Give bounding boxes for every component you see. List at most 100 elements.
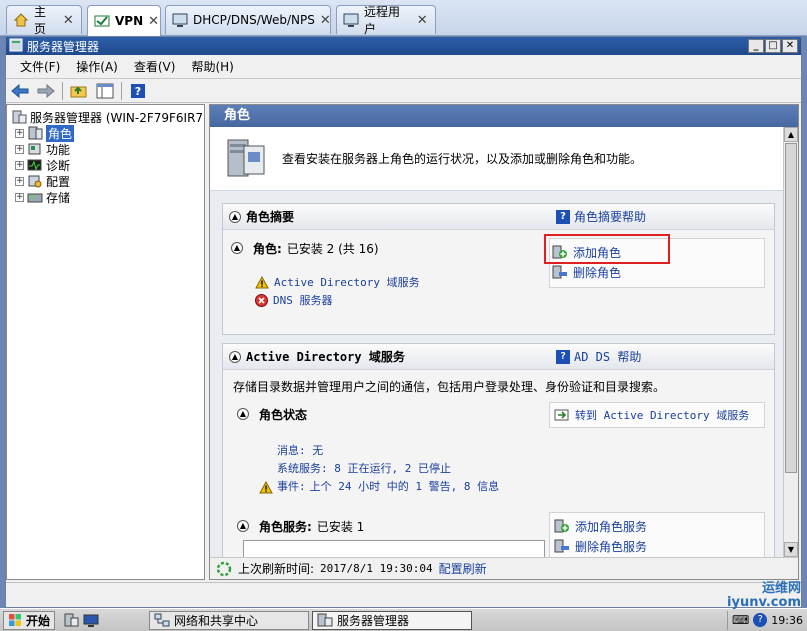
system-services-row[interactable]: 系统服务: 8 正在运行, 2 已停止 [277, 460, 499, 478]
toolbar-separator [62, 81, 63, 100]
configure-refresh-link[interactable]: 配置刷新 [439, 560, 487, 577]
expand-icon[interactable]: + [15, 144, 24, 154]
role-status-header[interactable]: ▲ 角色状态 [237, 404, 307, 424]
roles-summary-body: 查看安装在服务器上角色的运行状况，以及添加或删除角色和功能。 ▲ 角色摘要 ? … [210, 127, 785, 557]
close-icon[interactable]: ✕ [62, 13, 75, 28]
features-icon [27, 142, 43, 156]
forward-button[interactable] [36, 82, 56, 100]
adds-description: 存储目录数据并管理用户之间的通信，包括用户登录处理、身份验证和目录搜索。 [233, 380, 666, 394]
minimize-button[interactable]: _ [748, 39, 764, 53]
tab-label: DHCP/DNS/Web/NPS [193, 13, 315, 27]
remove-role-services-link[interactable]: 删除角色服务 [554, 536, 764, 556]
vpn-icon [94, 13, 110, 29]
show-hide-console-tree-button[interactable] [95, 82, 115, 100]
expand-icon[interactable]: + [15, 128, 24, 138]
goto-adds-link[interactable]: 转到 Active Directory 域服务 [549, 402, 765, 428]
role-link[interactable]: DNS 服务器 [273, 292, 333, 308]
toolbar: ? [6, 79, 801, 103]
menu-help[interactable]: 帮助(H) [183, 56, 241, 78]
menu-action[interactable]: 操作(A) [68, 56, 126, 78]
messages-row: 消息: 无 [277, 442, 499, 460]
app-icon [9, 38, 23, 55]
intro-banner: 查看安装在服务器上角色的运行状况，以及添加或删除角色和功能。 [210, 127, 785, 191]
role-services-header[interactable]: ▲ 角色服务: 已安装 1 [237, 516, 364, 536]
close-icon[interactable]: ✕ [148, 14, 159, 29]
taskbar-item-network[interactable]: 网络和共享中心 [149, 610, 310, 630]
adds-help-link[interactable]: ? AD DS 帮助 [556, 348, 641, 365]
collapse-icon[interactable]: ▲ [229, 210, 241, 223]
scroll-up-arrow[interactable]: ▲ [784, 127, 798, 142]
tab-vpn[interactable]: VPN ✕ [87, 5, 161, 36]
up-folder-button[interactable] [69, 82, 89, 100]
roles-count-row: ▲ 角色: 已安装 2 (共 16) [231, 238, 541, 258]
menu-file[interactable]: 文件(F) [12, 56, 68, 78]
menu-bar: 文件(F) 操作(A) 查看(V) 帮助(H) [6, 55, 801, 79]
tab-dhcp-dns-web-nps[interactable]: DHCP/DNS/Web/NPS ✕ [165, 5, 331, 34]
tree-item-roles[interactable]: + 角色 [7, 124, 204, 142]
expand-icon[interactable]: + [15, 176, 24, 186]
remove-roles-link[interactable]: 删除角色 [550, 262, 764, 282]
roles-summary-header[interactable]: ▲ 角色摘要 ? 角色摘要帮助 [223, 204, 774, 230]
tab-label: 远程用户 [364, 5, 401, 36]
collapse-icon[interactable]: ▲ [229, 350, 241, 363]
tree-item-storage[interactable]: + 存储 [7, 189, 204, 205]
menu-view[interactable]: 查看(V) [126, 56, 184, 78]
role-link[interactable]: Active Directory 域服务 [274, 274, 420, 290]
close-icon[interactable]: ✕ [320, 13, 331, 28]
events-value: 上个 24 小时 中的 1 警告, 8 信息 [309, 480, 500, 493]
scroll-down-arrow[interactable]: ▼ [784, 542, 798, 557]
tree-root-label: 服务器管理器 (WIN-2F79F6IR75 [30, 110, 205, 125]
refresh-time: 2017/8/1 19:30:04 [320, 562, 433, 575]
tab-home[interactable]: 主页 ✕ [6, 5, 82, 36]
role-services-list [243, 540, 545, 557]
close-icon[interactable]: ✕ [415, 13, 429, 28]
maximize-button[interactable]: □ [765, 39, 781, 53]
scroll-thumb[interactable] [785, 143, 797, 473]
toolbar-separator [121, 81, 122, 100]
start-button[interactable]: 开始 [3, 610, 56, 630]
start-label: 开始 [26, 613, 51, 628]
goto-icon [554, 409, 569, 421]
add-role-services-link[interactable]: 添加角色服务 [554, 516, 764, 536]
help-button[interactable]: ? [128, 82, 148, 100]
remove-roles-label: 删除角色 [573, 265, 622, 280]
monitor-icon [343, 12, 359, 28]
role-item-adds[interactable]: Active Directory 域服务 [231, 272, 541, 292]
tab-remote-users[interactable]: 远程用户 ✕ [336, 5, 436, 36]
roles-actions-box: 添加角色 删除角色 [544, 234, 765, 288]
expand-icon[interactable]: + [15, 160, 24, 170]
server-manager-icon [317, 613, 333, 627]
collapse-icon[interactable]: ▲ [231, 242, 243, 254]
help-link-label: 角色摘要帮助 [574, 210, 647, 224]
status-bar [6, 582, 801, 606]
tree-item-features[interactable]: + 功能 [7, 141, 204, 157]
roles-summary-help-link[interactable]: ? 角色摘要帮助 [556, 208, 646, 225]
quick-launch [63, 612, 99, 628]
events-row[interactable]: 事件: 上个 24 小时 中的 1 警告, 8 信息 [259, 478, 499, 496]
window-titlebar[interactable]: 服务器管理器 _ □ ✕ [6, 37, 801, 55]
close-button[interactable]: ✕ [782, 39, 798, 53]
tree-item-diagnostics[interactable]: + 诊断 [7, 157, 204, 173]
taskbar-item-server-manager[interactable]: 服务器管理器 [312, 610, 473, 630]
adds-section: ▲ Active Directory 域服务 ? AD DS 帮助 存储目录数据… [222, 343, 775, 557]
watermark-line1: 运维网 [761, 581, 801, 596]
back-button[interactable] [10, 82, 30, 100]
error-icon [255, 293, 268, 307]
collapse-icon[interactable]: ▲ [237, 520, 249, 532]
add-roles-link[interactable]: 添加角色 [544, 234, 764, 264]
expand-icon[interactable]: + [15, 192, 24, 202]
console-tree-icon [96, 83, 114, 98]
highlight-box [544, 234, 670, 264]
monitor-icon[interactable] [83, 612, 99, 628]
role-item-dns[interactable]: DNS 服务器 [231, 290, 541, 310]
role-services-value: 已安装 1 [316, 519, 365, 534]
tree-item-configuration[interactable]: + 配置 [7, 173, 204, 189]
collapse-icon[interactable]: ▲ [237, 408, 249, 420]
roles-summary-section: ▲ 角色摘要 ? 角色摘要帮助 ▲ 角色: 已安装 2 (共 16) Activ… [222, 203, 775, 335]
tree-root[interactable]: 服务器管理器 (WIN-2F79F6IR75 [7, 109, 204, 125]
server-manager-icon[interactable] [63, 612, 79, 628]
refresh-icon [216, 561, 232, 576]
vertical-scrollbar[interactable]: ▲ ▼ [783, 127, 798, 557]
messages-label: 消息: [277, 444, 306, 457]
adds-header[interactable]: ▲ Active Directory 域服务 ? AD DS 帮助 [223, 344, 774, 370]
